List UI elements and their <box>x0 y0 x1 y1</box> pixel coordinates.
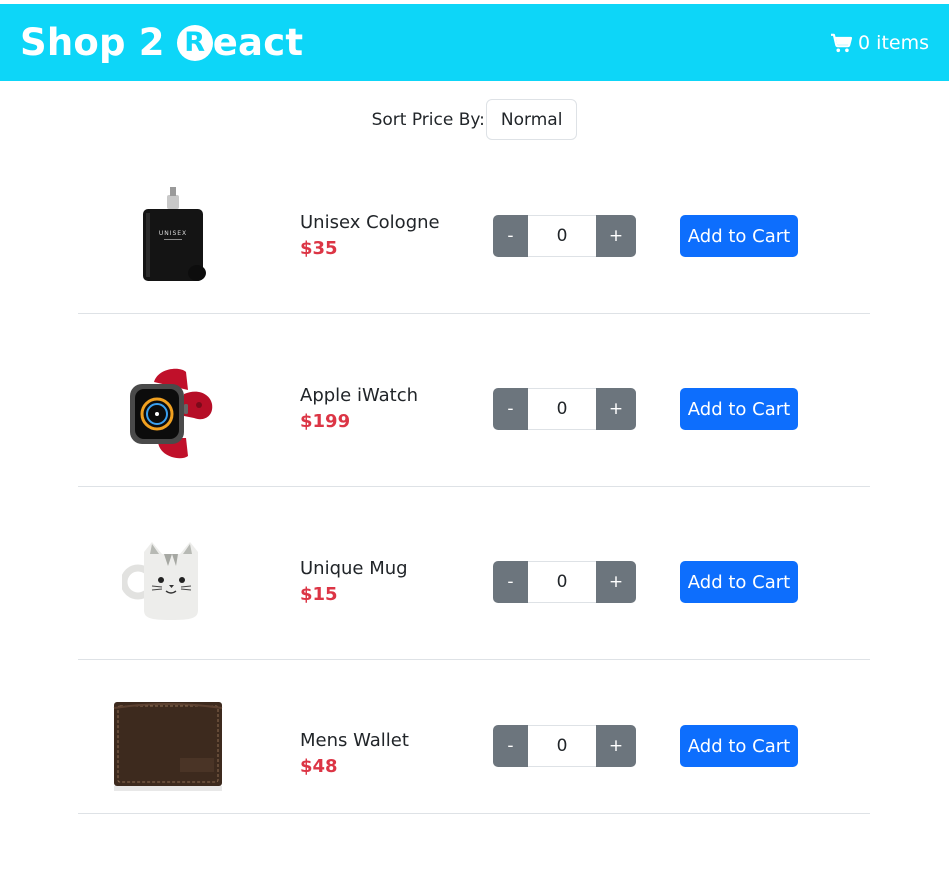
brand-logo[interactable]: Shop 2 R eact <box>20 21 303 64</box>
brand-suffix: eact <box>212 21 304 64</box>
react-logo-icon: R <box>176 24 213 61</box>
quantity-stepper: - 0 + <box>493 215 636 257</box>
increment-button[interactable]: + <box>596 725 636 767</box>
quantity-field[interactable]: 0 <box>528 725 596 767</box>
cart-count: 0 items <box>858 31 929 54</box>
quantity-field[interactable]: 0 <box>528 388 596 430</box>
quantity-stepper: - 0 + <box>493 725 636 767</box>
product-row: Unique Mug $15 - 0 + Add to Cart <box>78 487 870 660</box>
product-row: UNISEX Unisex Cologne $35 - 0 + Add to C… <box>78 145 870 314</box>
cologne-bottle-icon: UNISEX <box>143 187 206 281</box>
product-name: Apple iWatch <box>300 385 419 406</box>
quantity-stepper: - 0 + <box>493 388 636 430</box>
add-to-cart-button[interactable]: Add to Cart <box>680 725 798 767</box>
cat-mug-icon <box>122 542 198 620</box>
product-price: $35 <box>300 238 338 259</box>
smartwatch-icon <box>130 368 213 459</box>
decrement-button[interactable]: - <box>493 215 528 257</box>
increment-button[interactable]: + <box>596 388 636 430</box>
increment-button[interactable]: + <box>596 561 636 603</box>
product-list: UNISEX Unisex Cologne $35 - 0 + Add to C… <box>78 145 870 814</box>
decrement-button[interactable]: - <box>493 388 528 430</box>
quantity-stepper: - 0 + <box>493 561 636 603</box>
product-row: Mens Wallet $48 - 0 + Add to Cart <box>78 660 870 814</box>
navbar: Shop 2 R eact 0 items <box>0 4 949 81</box>
cart-link[interactable]: 0 items <box>830 32 929 54</box>
product-price: $199 <box>300 411 351 432</box>
add-to-cart-button[interactable]: Add to Cart <box>680 388 798 430</box>
product-name: Unisex Cologne <box>300 212 440 233</box>
increment-button[interactable]: + <box>596 215 636 257</box>
add-to-cart-button[interactable]: Add to Cart <box>680 215 798 257</box>
sort-bar: Sort Price By: Normal <box>0 99 949 140</box>
decrement-button[interactable]: - <box>493 725 528 767</box>
product-row: Apple iWatch $199 - 0 + Add to Cart <box>78 314 870 487</box>
cart-icon <box>831 33 853 52</box>
brand-prefix: Shop 2 <box>20 21 165 64</box>
decrement-button[interactable]: - <box>493 561 528 603</box>
quantity-field[interactable]: 0 <box>528 215 596 257</box>
product-name: Mens Wallet <box>300 730 409 751</box>
sort-label: Sort Price By: <box>371 109 485 130</box>
leather-wallet-icon <box>113 702 223 791</box>
product-price: $15 <box>300 584 338 605</box>
add-to-cart-button[interactable]: Add to Cart <box>680 561 798 603</box>
product-name: Unique Mug <box>300 558 408 579</box>
product-price: $48 <box>300 756 338 777</box>
sort-select[interactable]: Normal <box>485 99 578 140</box>
quantity-field[interactable]: 0 <box>528 561 596 603</box>
svg-text:UNISEX: UNISEX <box>159 230 187 237</box>
